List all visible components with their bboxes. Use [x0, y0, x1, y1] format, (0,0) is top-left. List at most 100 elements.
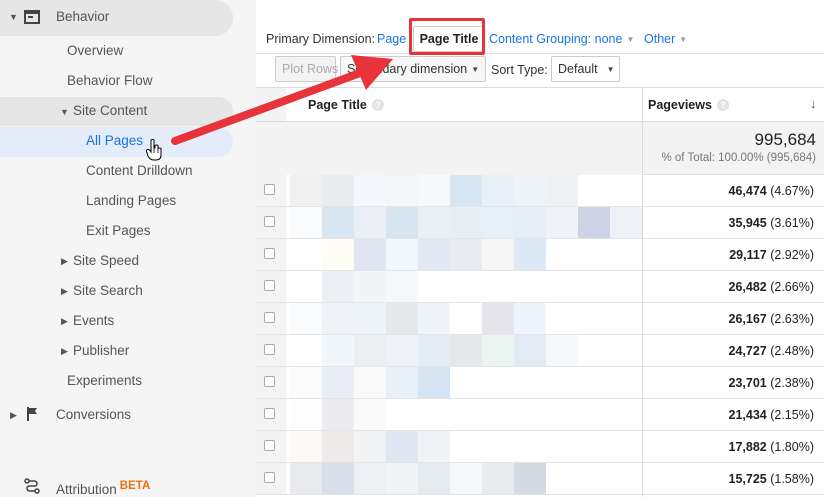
primary-dimension-label: Primary Dimension: — [266, 32, 376, 46]
redacted-title-block — [578, 463, 611, 494]
row-pageviews-value: 17,882 — [728, 440, 767, 454]
nav-conversions[interactable]: Conversions — [56, 401, 131, 429]
sort-type-select[interactable]: Default ▼ — [551, 56, 620, 82]
redacted-title-block — [546, 399, 579, 430]
redacted-title-block — [578, 239, 611, 270]
nav-landing-pages[interactable]: Landing Pages — [86, 187, 176, 215]
redacted-title-block — [450, 431, 483, 462]
row-pageviews-pct: (2.92%) — [770, 248, 814, 262]
caret-right-icon: ▶ — [61, 256, 68, 266]
dropdown-arrow-icon: ▼ — [606, 65, 615, 74]
nav-site-speed[interactable]: Site Speed — [73, 247, 139, 275]
nav-site-content[interactable]: Site Content — [73, 97, 147, 125]
redacted-title-block — [482, 303, 515, 334]
dimension-page-link[interactable]: Page — [377, 32, 406, 46]
redacted-title-block — [354, 303, 387, 334]
redacted-title-block — [386, 335, 419, 366]
row-pageviews: 15,725 (1.58%) — [729, 472, 815, 486]
col-page-title[interactable]: Page Title? — [308, 98, 384, 112]
row-checkbox[interactable] — [264, 376, 275, 387]
redacted-title-block — [514, 431, 547, 462]
redacted-title-block — [482, 431, 515, 462]
row-pageviews-value: 35,945 — [728, 216, 767, 230]
row-pageviews-value: 23,701 — [728, 376, 767, 390]
redacted-title-block — [546, 303, 579, 334]
redacted-title-block — [418, 463, 451, 494]
redacted-title-block — [546, 431, 579, 462]
redacted-title-block — [386, 239, 419, 270]
nav-content-drilldown[interactable]: Content Drilldown — [86, 157, 193, 185]
nav-experiments[interactable]: Experiments — [67, 367, 142, 395]
redacted-title-block — [578, 207, 611, 238]
row-checkbox[interactable] — [264, 312, 275, 323]
redacted-title-block — [514, 463, 547, 494]
redacted-title-block — [322, 175, 355, 206]
table-row: 17,882 (1.80%) — [256, 431, 824, 463]
help-icon[interactable]: ? — [716, 99, 729, 111]
nav-attribution[interactable]: Attribution BETA — [56, 472, 150, 497]
row-pageviews-pct: (1.80%) — [770, 440, 814, 454]
behavior-icon — [24, 10, 40, 24]
row-pageviews-pct: (2.15%) — [770, 408, 814, 422]
redacted-title-block — [578, 271, 611, 302]
row-checkbox-cell — [256, 303, 286, 334]
row-checkbox[interactable] — [264, 344, 275, 355]
nav-events[interactable]: Events — [73, 307, 114, 335]
row-checkbox[interactable] — [264, 216, 275, 227]
nav-exit-pages[interactable]: Exit Pages — [86, 217, 151, 245]
attribution-icon — [24, 478, 40, 494]
row-checkbox-cell — [256, 207, 286, 238]
nav-publisher[interactable]: Publisher — [73, 337, 129, 365]
redacted-title-block — [354, 367, 387, 398]
total-pageviews-sub: % of Total: 100.00% (995,684) — [661, 152, 816, 164]
row-pageviews-pct: (2.63%) — [770, 312, 814, 326]
row-checkbox[interactable] — [264, 248, 275, 259]
redacted-title-block — [610, 335, 643, 366]
beta-badge: BETA — [119, 480, 151, 492]
table-row: 29,117 (2.92%) — [256, 239, 824, 271]
redacted-title-block — [578, 175, 611, 206]
plot-rows-button[interactable]: Plot Rows — [275, 56, 338, 82]
row-pageviews-pct: (2.66%) — [770, 280, 814, 294]
sort-down-arrow-icon[interactable]: ↓ — [810, 96, 817, 111]
redacted-title-block — [578, 399, 611, 430]
nav-all-pages[interactable]: All Pages — [86, 127, 143, 155]
row-checkbox[interactable] — [264, 408, 275, 419]
row-checkbox-cell — [256, 271, 286, 302]
redacted-title-block — [610, 303, 643, 334]
redacted-title-block — [610, 463, 643, 494]
nav-overview[interactable]: Overview — [67, 37, 123, 65]
row-pageviews-pct: (2.38%) — [770, 376, 814, 390]
row-checkbox[interactable] — [264, 280, 275, 291]
row-checkbox[interactable] — [264, 440, 275, 451]
redacted-title-block — [610, 271, 643, 302]
redacted-title-block — [482, 367, 515, 398]
row-checkbox[interactable] — [264, 472, 275, 483]
dimension-other[interactable]: Other ▼ — [644, 32, 687, 46]
nav-behavior-flow[interactable]: Behavior Flow — [67, 67, 153, 95]
dimension-content-grouping[interactable]: Content Grouping: none ▼ — [489, 32, 634, 46]
row-pageviews-pct: (1.58%) — [770, 472, 814, 486]
redacted-title-block — [610, 431, 643, 462]
help-icon[interactable]: ? — [371, 99, 384, 111]
secondary-dimension-button[interactable]: Secondary dimension ▼ — [340, 56, 486, 82]
nav-behavior[interactable]: Behavior — [56, 3, 109, 31]
redacted-title-block — [418, 271, 451, 302]
dropdown-arrow-icon: ▼ — [626, 35, 635, 44]
redacted-title-block — [514, 303, 547, 334]
row-checkbox-cell — [256, 399, 286, 430]
table-row: 23,701 (2.38%) — [256, 367, 824, 399]
row-checkbox[interactable] — [264, 184, 275, 195]
nav-site-search[interactable]: Site Search — [73, 277, 143, 305]
redacted-title-block — [418, 431, 451, 462]
main-content: Primary Dimension: Page Page Title Conte… — [256, 0, 824, 497]
redacted-title-block — [322, 463, 355, 494]
redacted-title-block — [418, 303, 451, 334]
redacted-title-block — [514, 239, 547, 270]
col-pageviews[interactable]: Pageviews? — [648, 98, 729, 112]
sort-type-label: Sort Type: — [491, 63, 548, 77]
redacted-title-block — [610, 367, 643, 398]
redacted-title-block — [450, 367, 483, 398]
redacted-title-block — [386, 431, 419, 462]
redacted-title-block — [482, 271, 515, 302]
